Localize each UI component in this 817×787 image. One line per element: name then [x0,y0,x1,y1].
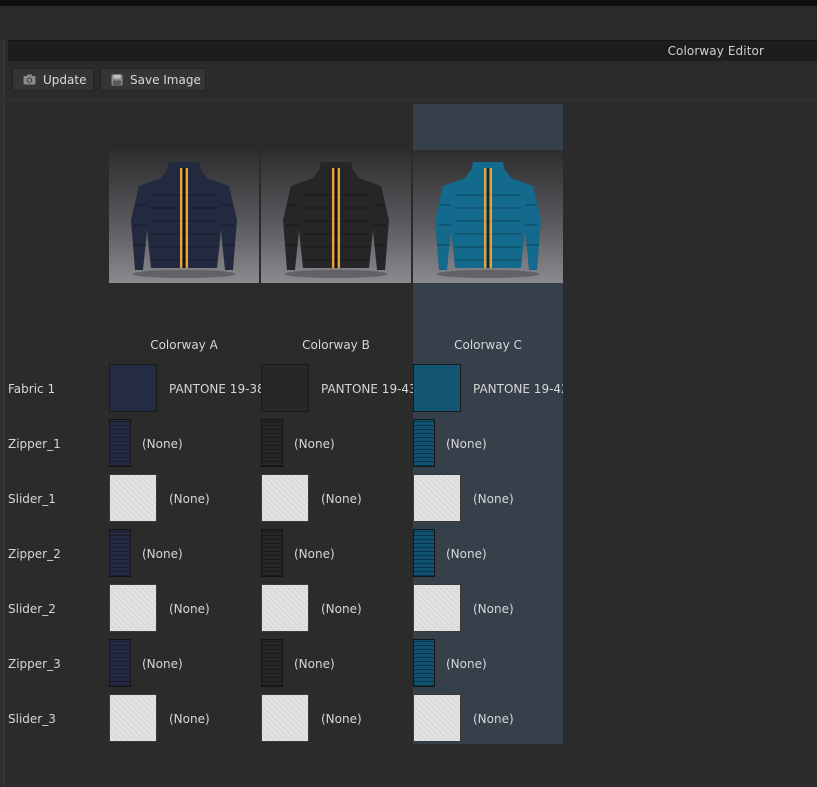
slider-swatch[interactable] [261,474,309,522]
upper-area [0,6,817,40]
zipper-value: (None) [294,657,335,671]
colorway-a-thumbnail[interactable] [109,150,259,283]
fabric-pantone: PANTONE 19-38 [169,382,261,396]
zipper-value: (None) [142,437,183,451]
zipper-value: (None) [294,437,335,451]
jacket-image [283,162,389,278]
fabric-swatch[interactable] [261,364,309,412]
panel-title: Colorway Editor [667,44,764,58]
colorway-b-thumbnail[interactable] [261,150,411,283]
colorway-b-name[interactable]: Colorway B [261,338,411,352]
zipper-swatch[interactable] [261,529,283,577]
slider-swatch[interactable] [261,694,309,742]
slider-swatch[interactable] [109,584,157,632]
slider-value: (None) [473,712,514,726]
slider-swatch[interactable] [413,584,461,632]
row-label-slider-1: Slider_1 [8,492,56,506]
row-label-slider-3: Slider_3 [8,712,56,726]
update-label: Update [43,72,87,87]
zipper-value: (None) [294,547,335,561]
row-label-zipper-1: Zipper_1 [8,437,61,451]
fabric-pantone: PANTONE 19-42 [473,382,563,396]
slider-value: (None) [321,602,362,616]
zipper-swatch[interactable] [261,419,283,467]
slider-value: (None) [169,492,210,506]
row-label-zipper-2: Zipper_2 [8,547,61,561]
colorway-c-thumbnail[interactable] [413,150,563,283]
zipper-swatch[interactable] [261,639,283,687]
slider-swatch[interactable] [109,694,157,742]
save-image-button[interactable]: Save Image [100,68,206,91]
slider-swatch[interactable] [109,474,157,522]
slider-value: (None) [169,712,210,726]
slider-value: (None) [321,492,362,506]
left-edge [0,40,5,787]
panel-title-bar: Colorway Editor [8,40,817,61]
fabric-swatch[interactable] [109,364,157,412]
slider-value: (None) [321,712,362,726]
zipper-swatch[interactable] [109,419,131,467]
zipper-value: (None) [446,437,487,451]
save-image-label: Save Image [130,72,201,87]
zipper-swatch[interactable] [413,639,435,687]
colorway-a-name[interactable]: Colorway A [109,338,259,352]
fabric-swatch[interactable] [413,364,461,412]
zipper-swatch[interactable] [413,529,435,577]
zipper-value: (None) [446,547,487,561]
jacket-image [131,162,237,278]
zipper-value: (None) [142,657,183,671]
slider-value: (None) [473,602,514,616]
content-divider [4,100,817,101]
fabric-pantone: PANTONE 19-43 [321,382,413,396]
row-label-zipper-3: Zipper_3 [8,657,61,671]
slider-swatch[interactable] [413,474,461,522]
slider-value: (None) [169,602,210,616]
zipper-swatch[interactable] [413,419,435,467]
slider-swatch[interactable] [261,584,309,632]
zipper-swatch[interactable] [109,639,131,687]
colorway-c-name[interactable]: Colorway C [413,338,563,352]
zipper-value: (None) [142,547,183,561]
floppy-disk-icon [111,74,123,85]
update-button[interactable]: Update [12,68,94,91]
row-label-slider-2: Slider_2 [8,602,56,616]
camera-icon [23,74,36,85]
row-label-fabric-1: Fabric 1 [8,382,56,396]
slider-swatch[interactable] [413,694,461,742]
zipper-value: (None) [446,657,487,671]
jacket-image [435,162,541,278]
slider-value: (None) [473,492,514,506]
zipper-swatch[interactable] [109,529,131,577]
